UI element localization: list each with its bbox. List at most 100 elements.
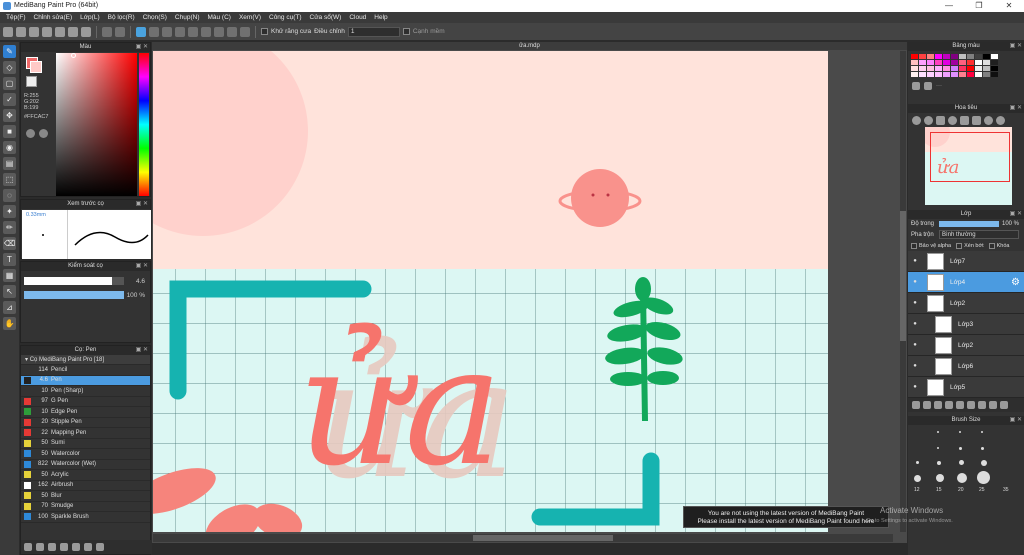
drawing-canvas[interactable]: ửa ửa	[153, 51, 828, 532]
brush-size-dot[interactable]	[916, 461, 919, 464]
settings-brush-icon[interactable]	[84, 543, 92, 551]
delete-brush-icon[interactable]	[96, 543, 104, 551]
palette-swatch[interactable]	[943, 72, 950, 77]
palette-swatch[interactable]	[967, 54, 974, 59]
export-icon[interactable]	[55, 26, 65, 37]
brush-item[interactable]: 50 Blur	[21, 491, 150, 502]
zoom-out-icon[interactable]	[924, 115, 933, 125]
menu-window[interactable]: Cửa sổ(W)	[306, 12, 346, 23]
palette-swatch[interactable]	[991, 72, 998, 77]
menu-edit[interactable]: Chỉnh sửa(E)	[30, 12, 77, 23]
navigator-preview[interactable]: ửa	[925, 127, 1012, 205]
palette-swatch[interactable]	[983, 66, 990, 71]
brush-item[interactable]: 50 Sumi	[21, 439, 150, 449]
select-eraser-icon[interactable]: ⌫	[3, 237, 16, 250]
palette-more[interactable]: ···	[936, 83, 942, 89]
new-1bit-layer-icon[interactable]	[945, 401, 953, 409]
menu-help[interactable]: Help	[370, 12, 391, 23]
visibility-icon[interactable]: ●	[911, 321, 919, 327]
panel-controls[interactable]: ▣ ✕	[136, 346, 148, 355]
palette-swatch[interactable]	[943, 60, 950, 65]
brush-menu-icon[interactable]	[48, 543, 56, 551]
settings-icon[interactable]	[81, 26, 91, 37]
palette-swatch[interactable]	[975, 60, 982, 65]
layer-opacity-slider[interactable]	[939, 221, 999, 227]
layer-settings-icon[interactable]: ⚙	[1011, 277, 1020, 288]
redo-icon[interactable]	[115, 26, 125, 37]
brush-size-dot[interactable]	[977, 471, 990, 484]
panel-tool-icon[interactable]: ▦	[3, 269, 16, 282]
palette-swatch[interactable]	[967, 66, 974, 71]
adjust-select[interactable]: 1	[347, 26, 400, 37]
delete-layer-icon[interactable]	[989, 401, 997, 409]
palette-swatch[interactable]	[991, 66, 998, 71]
menu-select[interactable]: Chọn(S)	[139, 12, 171, 23]
palette-swatch[interactable]	[927, 66, 934, 71]
cloud-icon[interactable]	[29, 26, 39, 37]
layer-row[interactable]: ● Lớp7	[908, 251, 1024, 272]
palette-swatch[interactable]	[959, 54, 966, 59]
duplicate-layer-icon[interactable]	[967, 401, 975, 409]
palette-swatch[interactable]	[967, 72, 974, 77]
brush-size-dot[interactable]	[937, 461, 941, 465]
panel-controls[interactable]: ▣ ✕	[136, 262, 148, 271]
palette-swatch[interactable]	[943, 66, 950, 71]
horizontal-scrollbar[interactable]	[153, 534, 893, 542]
snap-settings-icon[interactable]	[240, 26, 250, 37]
brush-group-header[interactable]: ▾ Cọ MediBang Paint Pro [18]	[21, 355, 150, 365]
palette-swatch[interactable]	[991, 54, 998, 59]
palette-swatch[interactable]	[935, 72, 942, 77]
layer-row[interactable]: ● Lớp6	[908, 356, 1024, 377]
snap-off-icon[interactable]	[136, 26, 146, 37]
flip-icon[interactable]	[960, 115, 969, 125]
undo-icon[interactable]	[102, 26, 112, 37]
layer-row[interactable]: ● Lớp4 ⚙	[908, 272, 1024, 293]
brush-item[interactable]: 50 Watercolor	[21, 449, 150, 460]
fit-icon[interactable]	[936, 115, 945, 125]
select-pen-icon[interactable]: ✏	[3, 221, 16, 234]
menu-file[interactable]: Tệp(F)	[2, 12, 30, 23]
magic-wand-icon[interactable]: ✦	[3, 205, 16, 218]
new-layer-icon[interactable]	[912, 401, 920, 409]
brush-size-dot[interactable]	[937, 447, 939, 449]
zoom-icon[interactable]	[948, 115, 957, 125]
snap-grid-icon[interactable]	[162, 26, 172, 37]
close-button[interactable]: ✕	[994, 0, 1024, 12]
color-mode-button[interactable]	[26, 129, 35, 138]
menu-cloud[interactable]: Cloud	[345, 12, 370, 23]
layer-blend-select[interactable]: Bình thường	[939, 230, 1019, 239]
rect-tool-icon[interactable]: ▢	[3, 77, 16, 90]
panel-controls[interactable]: ▣ ✕	[136, 43, 148, 52]
folder-icon[interactable]	[72, 543, 80, 551]
edge-checkbox[interactable]	[402, 28, 410, 35]
visibility-icon[interactable]: ●	[911, 258, 919, 264]
palette-swatch[interactable]	[951, 60, 958, 65]
select-tool-icon[interactable]: ✓	[3, 93, 16, 106]
visibility-icon[interactable]: ●	[911, 300, 919, 306]
rotate-left-icon[interactable]	[984, 115, 993, 125]
visibility-icon[interactable]: ●	[911, 363, 919, 369]
operation-tool-icon[interactable]: ↖	[3, 285, 16, 298]
bucket-tool-icon[interactable]: ◉	[3, 141, 16, 154]
protect-alpha-checkbox[interactable]	[911, 242, 917, 249]
layer-row[interactable]: ● Lớp2	[908, 293, 1024, 314]
palette-swatch[interactable]	[919, 66, 926, 71]
palette-swatch[interactable]	[911, 60, 918, 65]
palette-swatch[interactable]	[935, 66, 942, 71]
layer-menu-icon[interactable]	[956, 401, 964, 409]
snap-perspective-icon[interactable]	[227, 26, 237, 37]
brush-size-dot[interactable]	[936, 474, 944, 482]
brush-size-dot[interactable]	[959, 447, 962, 450]
brush-item[interactable]: 4.6 Pen	[21, 375, 150, 386]
palette-swatch[interactable]	[991, 60, 998, 65]
layer-folder-icon[interactable]	[978, 401, 986, 409]
layer-row[interactable]: ● Lớp5	[908, 377, 1024, 398]
palette-swatch[interactable]	[911, 54, 918, 59]
marquee-tool-icon[interactable]: ⬚	[3, 173, 16, 186]
snap-curve-icon[interactable]	[201, 26, 211, 37]
palette-swatch[interactable]	[911, 72, 918, 77]
eraser-tool-icon[interactable]: ◇	[3, 61, 16, 74]
palette-swatch[interactable]	[927, 60, 934, 65]
brush-size-dot[interactable]	[981, 431, 983, 433]
merge-layer-icon[interactable]	[1000, 401, 1008, 409]
